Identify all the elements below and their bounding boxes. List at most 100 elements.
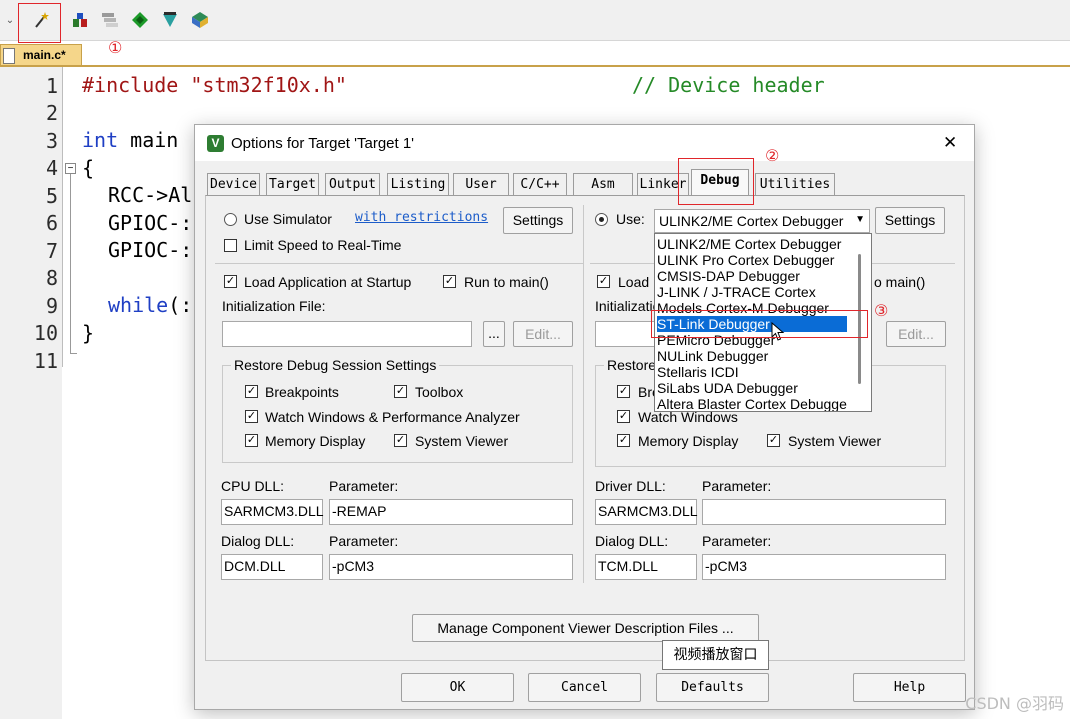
tab-output[interactable]: Output bbox=[325, 173, 380, 195]
system-viewer-checkbox-right[interactable]: ✓ bbox=[767, 434, 780, 447]
dropdown-option[interactable]: SiLabs UDA Debugger bbox=[657, 380, 847, 396]
keil-app-icon: V bbox=[207, 135, 224, 152]
init-file-input-right[interactable] bbox=[595, 321, 655, 347]
limit-speed-checkbox[interactable] bbox=[224, 239, 237, 252]
breakpoints-checkbox[interactable]: ✓ bbox=[245, 385, 258, 398]
driver-param-field[interactable] bbox=[702, 499, 946, 525]
code-line-4[interactable]: { bbox=[82, 156, 94, 180]
dropdown-option[interactable]: ULINK Pro Cortex Debugger bbox=[657, 252, 847, 268]
driver-dll-field[interactable]: SARMCM3.DLL bbox=[595, 499, 698, 525]
cube-stack-icon[interactable] bbox=[190, 10, 210, 30]
dropdown-option[interactable]: CMSIS-DAP Debugger bbox=[657, 268, 847, 284]
debugger-select[interactable]: ULINK2/ME Cortex Debugger ▼ bbox=[654, 209, 870, 233]
dropdown-option[interactable]: Altera Blaster Cortex Debugger bbox=[657, 396, 847, 411]
dialog-dll-field[interactable]: DCM.DLL bbox=[221, 554, 323, 580]
driver-dll-label: Driver DLL: bbox=[595, 478, 666, 494]
tab-target[interactable]: Target bbox=[266, 173, 319, 195]
diamond-arrows-icon[interactable] bbox=[130, 10, 150, 30]
line-number: 7 bbox=[45, 239, 58, 263]
system-viewer-label-right: System Viewer bbox=[788, 433, 882, 449]
left-separator bbox=[215, 263, 583, 264]
dropdown-option[interactable]: J-LINK / J-TRACE Cortex bbox=[657, 284, 847, 300]
use-debugger-radio[interactable] bbox=[595, 213, 608, 226]
gutter-divider bbox=[62, 67, 63, 367]
code-line-6[interactable]: GPIOC-: bbox=[108, 211, 192, 235]
dropdown-option[interactable]: Stellaris ICDI bbox=[657, 364, 847, 380]
restore-settings-title-right: Restore bbox=[604, 357, 660, 373]
tab-cc[interactable]: C/C++ bbox=[513, 173, 567, 195]
toolbox-checkbox[interactable]: ✓ bbox=[394, 385, 407, 398]
code-directive: #include bbox=[82, 73, 179, 97]
run-to-main-checkbox[interactable]: ✓ bbox=[443, 275, 456, 288]
debugger-select-value: ULINK2/ME Cortex Debugger bbox=[659, 213, 844, 229]
restore-settings-title: Restore Debug Session Settings bbox=[231, 357, 440, 373]
code-line-10[interactable]: } bbox=[82, 321, 94, 345]
cpu-dll-field[interactable]: SARMCM3.DLL bbox=[221, 499, 324, 525]
line-number: 3 bbox=[45, 129, 58, 153]
highlight-box-1 bbox=[18, 3, 61, 43]
line-number: 8 bbox=[45, 266, 58, 290]
init-file-label: Initialization File: bbox=[222, 298, 326, 314]
dialog-param-field-right[interactable]: -pCM3 bbox=[702, 554, 946, 580]
dialog-dll-field-right[interactable]: TCM.DLL bbox=[595, 554, 697, 580]
highlight-box-3 bbox=[651, 310, 868, 338]
dialog-title-bar[interactable]: V Options for Target 'Target 1' ✕ bbox=[195, 125, 974, 161]
ok-button[interactable]: OK bbox=[401, 673, 514, 702]
batch-build-icon[interactable] bbox=[100, 10, 120, 30]
line-number: 4 bbox=[45, 156, 58, 180]
code-line-7[interactable]: GPIOC-: bbox=[108, 238, 192, 262]
memory-display-checkbox-right[interactable]: ✓ bbox=[617, 434, 630, 447]
watch-windows-checkbox[interactable]: ✓ bbox=[245, 410, 258, 423]
code-keyword: while bbox=[108, 293, 169, 317]
load-app-checkbox[interactable]: ✓ bbox=[224, 275, 237, 288]
panel-divider bbox=[583, 205, 584, 583]
line-number: 11 bbox=[33, 349, 58, 373]
load-checkbox-right[interactable]: ✓ bbox=[597, 275, 610, 288]
tab-asm[interactable]: Asm bbox=[573, 173, 633, 195]
code-comment: // Device header bbox=[632, 73, 825, 97]
code-keyword: int bbox=[82, 128, 119, 152]
translate-icon[interactable] bbox=[70, 10, 90, 30]
cpu-param-field[interactable]: -REMAP bbox=[329, 499, 573, 525]
file-tab-main[interactable]: main.c* bbox=[0, 44, 82, 66]
fold-toggle-icon[interactable]: − bbox=[65, 163, 76, 174]
dropdown-option[interactable]: NULink Debugger bbox=[657, 348, 847, 364]
cpu-param-label: Parameter: bbox=[329, 478, 399, 494]
file-icon bbox=[3, 48, 15, 64]
tab-utilities[interactable]: Utilities bbox=[755, 173, 835, 195]
memory-display-checkbox[interactable]: ✓ bbox=[245, 434, 258, 447]
init-file-edit-button[interactable]: Edit... bbox=[513, 321, 573, 347]
debugger-settings-button[interactable]: Settings bbox=[875, 207, 945, 234]
dialog-param-label-right: Parameter: bbox=[702, 533, 772, 549]
init-file-input[interactable] bbox=[222, 321, 472, 347]
code-line-5[interactable]: RCC->Al bbox=[108, 183, 192, 207]
watch-windows-checkbox-right[interactable]: ✓ bbox=[617, 410, 630, 423]
breakpoints-checkbox-right[interactable]: ✓ bbox=[617, 385, 630, 398]
code-line-1[interactable]: #include "stm32f10x.h" bbox=[82, 73, 347, 97]
system-viewer-checkbox[interactable]: ✓ bbox=[394, 434, 407, 447]
tab-device[interactable]: Device bbox=[207, 173, 260, 195]
download-diamond-icon[interactable] bbox=[160, 10, 180, 30]
code-line-3[interactable]: int main bbox=[82, 128, 178, 152]
tab-listing[interactable]: Listing bbox=[387, 173, 449, 195]
with-restrictions-link[interactable]: with restrictions bbox=[355, 210, 488, 225]
init-file-browse-button[interactable]: ... bbox=[483, 321, 505, 347]
dialog-param-field[interactable]: -pCM3 bbox=[329, 554, 573, 580]
toolbox-label: Toolbox bbox=[415, 384, 464, 400]
init-file-edit-button-right[interactable]: Edit... bbox=[886, 321, 946, 347]
chevron-down-icon: ▼ bbox=[855, 214, 865, 225]
code-line-9[interactable]: while(: bbox=[108, 293, 192, 317]
help-button[interactable]: Help bbox=[853, 673, 966, 702]
defaults-button[interactable]: Defaults bbox=[656, 673, 769, 702]
chevron-down-icon[interactable]: ⌄ bbox=[3, 10, 17, 30]
simulator-settings-button[interactable]: Settings bbox=[503, 207, 573, 234]
fold-line bbox=[70, 174, 71, 354]
tab-user[interactable]: User bbox=[453, 173, 509, 195]
use-simulator-radio[interactable] bbox=[224, 213, 237, 226]
memory-display-label: Memory Display bbox=[265, 433, 366, 449]
dropdown-option[interactable]: ULINK2/ME Cortex Debugger bbox=[657, 236, 847, 252]
close-icon[interactable]: ✕ bbox=[943, 133, 957, 153]
file-tab-label: main.c* bbox=[23, 48, 66, 62]
cancel-button[interactable]: Cancel bbox=[528, 673, 641, 702]
manage-component-viewer-button[interactable]: Manage Component Viewer Description File… bbox=[412, 614, 759, 642]
